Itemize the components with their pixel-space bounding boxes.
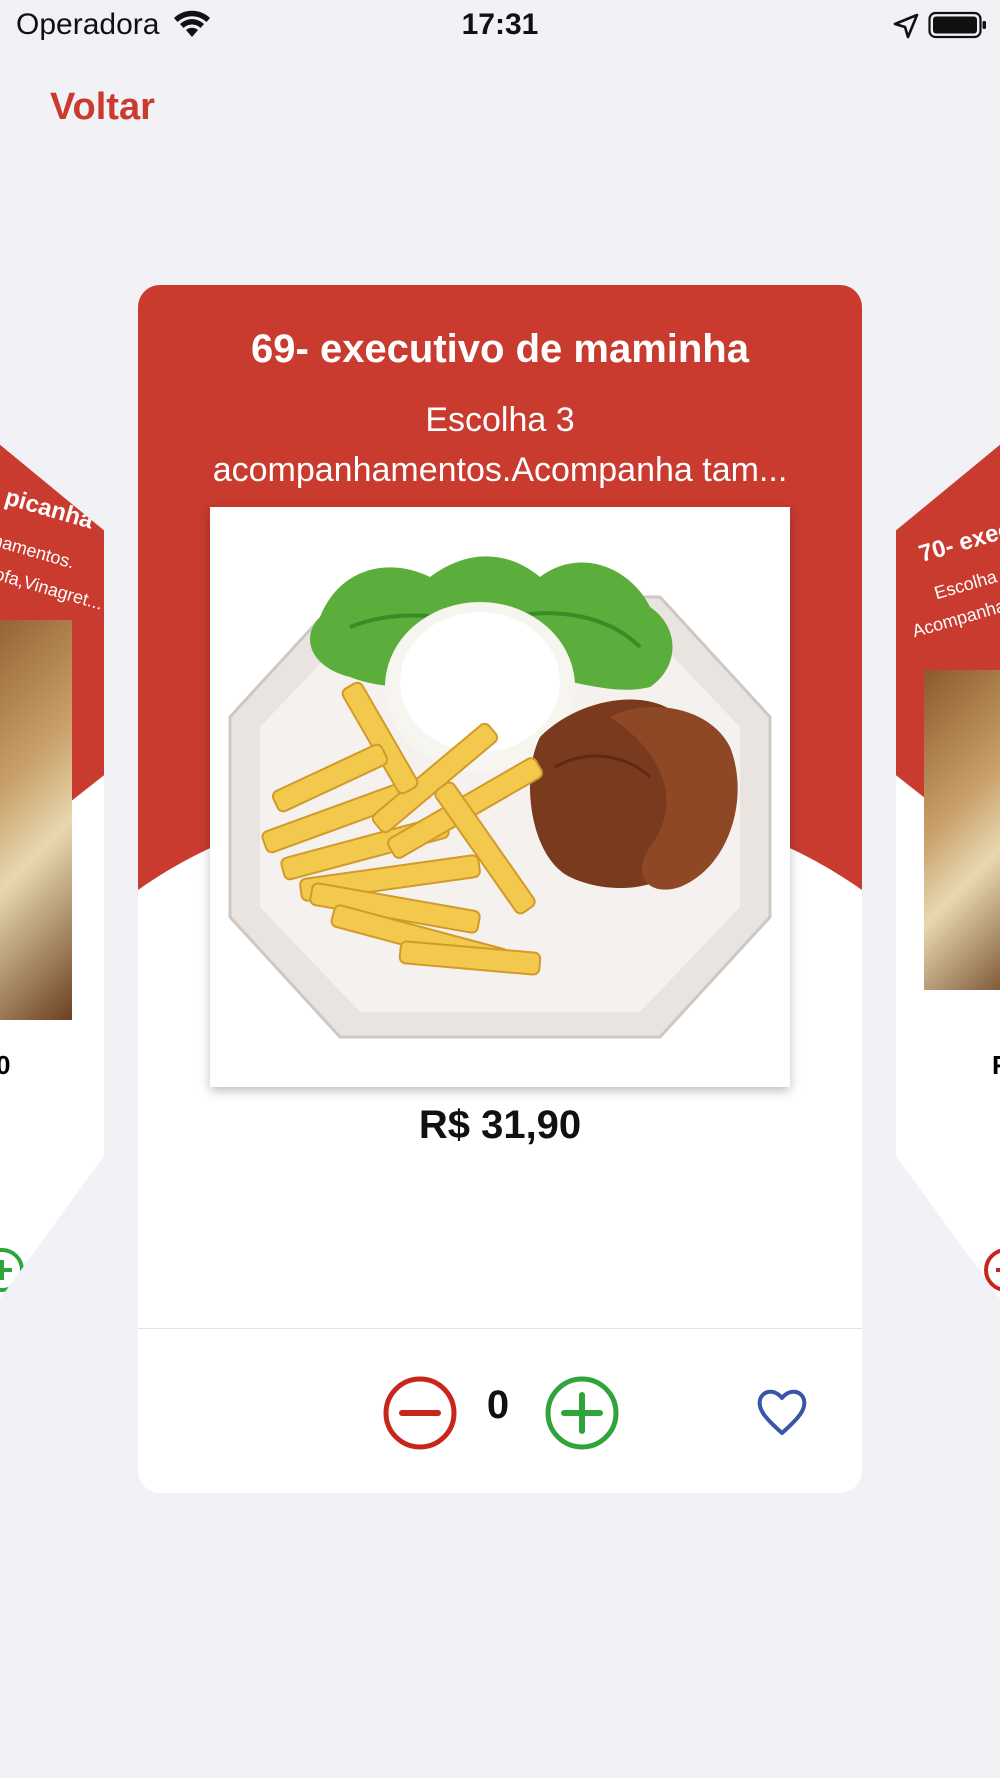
side-card-photo [924, 670, 1000, 990]
plus-circle-icon[interactable] [544, 1375, 620, 1451]
battery-icon [928, 11, 986, 39]
product-description-line: acompanhamentos.Acompanha tam... [212, 451, 788, 489]
quantity-value: 0 [486, 1383, 510, 1427]
product-card: 69- executivo de maminha Escolha 3 acomp… [138, 285, 862, 1493]
side-card-photo [0, 620, 72, 1020]
card-divider [138, 1328, 862, 1329]
heart-outline-icon[interactable] [68, 1210, 90, 1240]
side-card-price: 0 [0, 1050, 11, 1080]
product-description: Escolha 3 acompanhamentos.Acompanha tam.… [178, 395, 822, 495]
heart-outline-icon[interactable] [754, 1383, 810, 1439]
product-photo [210, 507, 790, 1087]
minus-circle-icon[interactable] [382, 1375, 458, 1451]
previous-product-card[interactable]: e picanha hamentos. rofa,Vinagret... 0 [0, 420, 104, 1340]
status-bar: Operadora 17:31 [0, 0, 1000, 50]
location-arrow-icon [893, 13, 919, 39]
minus-circle-icon[interactable] [976, 1240, 1000, 1300]
plus-circle-icon[interactable] [0, 1240, 36, 1300]
product-title: 69- executivo de maminha [251, 327, 749, 371]
status-time: 17:31 [461, 8, 539, 41]
back-button[interactable]: Voltar [50, 86, 155, 129]
side-card-price: R [992, 1050, 1000, 1081]
product-description-line: Escolha 3 [425, 401, 575, 439]
next-product-card[interactable]: 70- executi Escolha 3 a Acompanha tar R [896, 420, 1000, 1340]
product-price: R$ 31,90 [418, 1103, 582, 1147]
